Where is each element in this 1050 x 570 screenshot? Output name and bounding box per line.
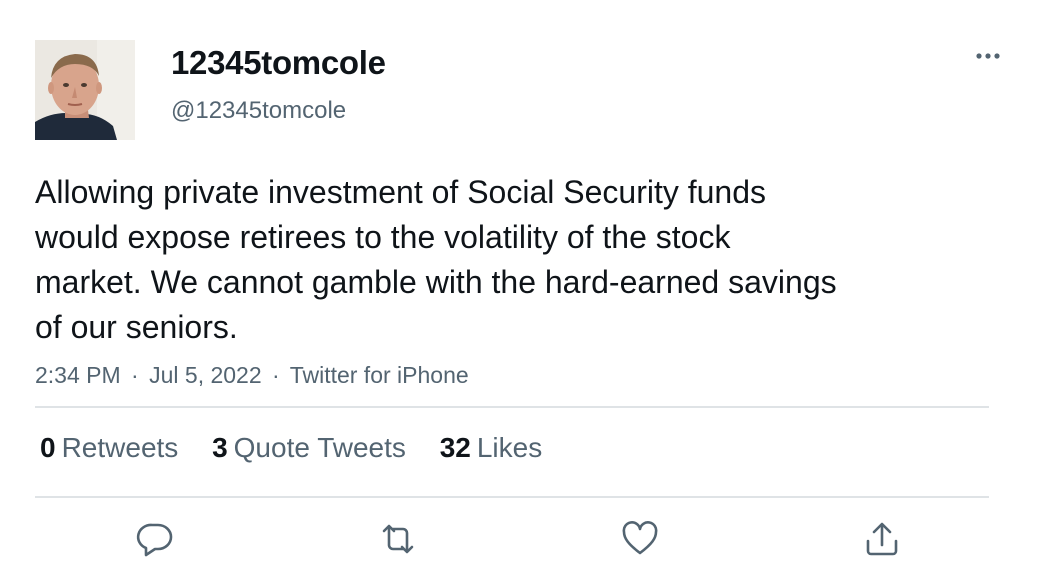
more-options-button[interactable] (968, 42, 1008, 70)
retweets-label: Retweets (61, 432, 179, 463)
profile-photo-icon (35, 40, 135, 140)
tweet-source[interactable]: Twitter for iPhone (290, 362, 469, 388)
likes-label: Likes (476, 432, 543, 463)
likes-stat[interactable]: 32 Likes (440, 432, 543, 464)
tweet-time[interactable]: 2:34 PM (35, 362, 121, 388)
tweet-date[interactable]: Jul 5, 2022 (149, 362, 262, 388)
reply-icon (136, 523, 173, 557)
retweet-button[interactable] (376, 517, 420, 561)
share-icon (866, 522, 898, 556)
engagement-stats: 0 Retweets 3 Quote Tweets 32 Likes (40, 432, 568, 464)
heart-icon (622, 521, 658, 555)
quote-tweets-stat[interactable]: 3 Quote Tweets (212, 432, 406, 464)
reply-button[interactable] (133, 517, 177, 561)
tweet-text: Allowing private investment of Social Se… (35, 170, 955, 350)
meta-separator: · (131, 362, 139, 388)
tweet-text-line: Allowing private investment of Social Se… (35, 174, 767, 210)
retweets-count: 0 (40, 432, 56, 463)
user-handle[interactable]: @12345tomcole (171, 97, 346, 125)
tweet-card: 12345tomcole @12345tomcole Allowing priv… (0, 0, 1050, 570)
tweet-text-line: of our seniors. (35, 309, 238, 345)
display-name[interactable]: 12345tomcole (171, 44, 386, 82)
divider (35, 496, 989, 498)
more-icon (976, 53, 1000, 59)
divider (35, 406, 989, 408)
avatar[interactable] (35, 40, 135, 140)
retweets-stat[interactable]: 0 Retweets (40, 432, 178, 464)
tweet-text-line: market. We cannot gamble with the hard-e… (35, 264, 837, 300)
meta-separator: · (272, 362, 280, 388)
tweet-metadata: 2:34 PM · Jul 5, 2022 · Twitter for iPho… (35, 362, 469, 389)
likes-count: 32 (439, 432, 471, 463)
tweet-text-line: would expose retirees to the volatility … (35, 219, 731, 255)
like-button[interactable] (618, 517, 662, 561)
retweet-icon (382, 524, 414, 554)
quote-tweets-label: Quote Tweets (233, 432, 406, 463)
quote-tweets-count: 3 (212, 432, 228, 463)
share-button[interactable] (860, 517, 904, 561)
